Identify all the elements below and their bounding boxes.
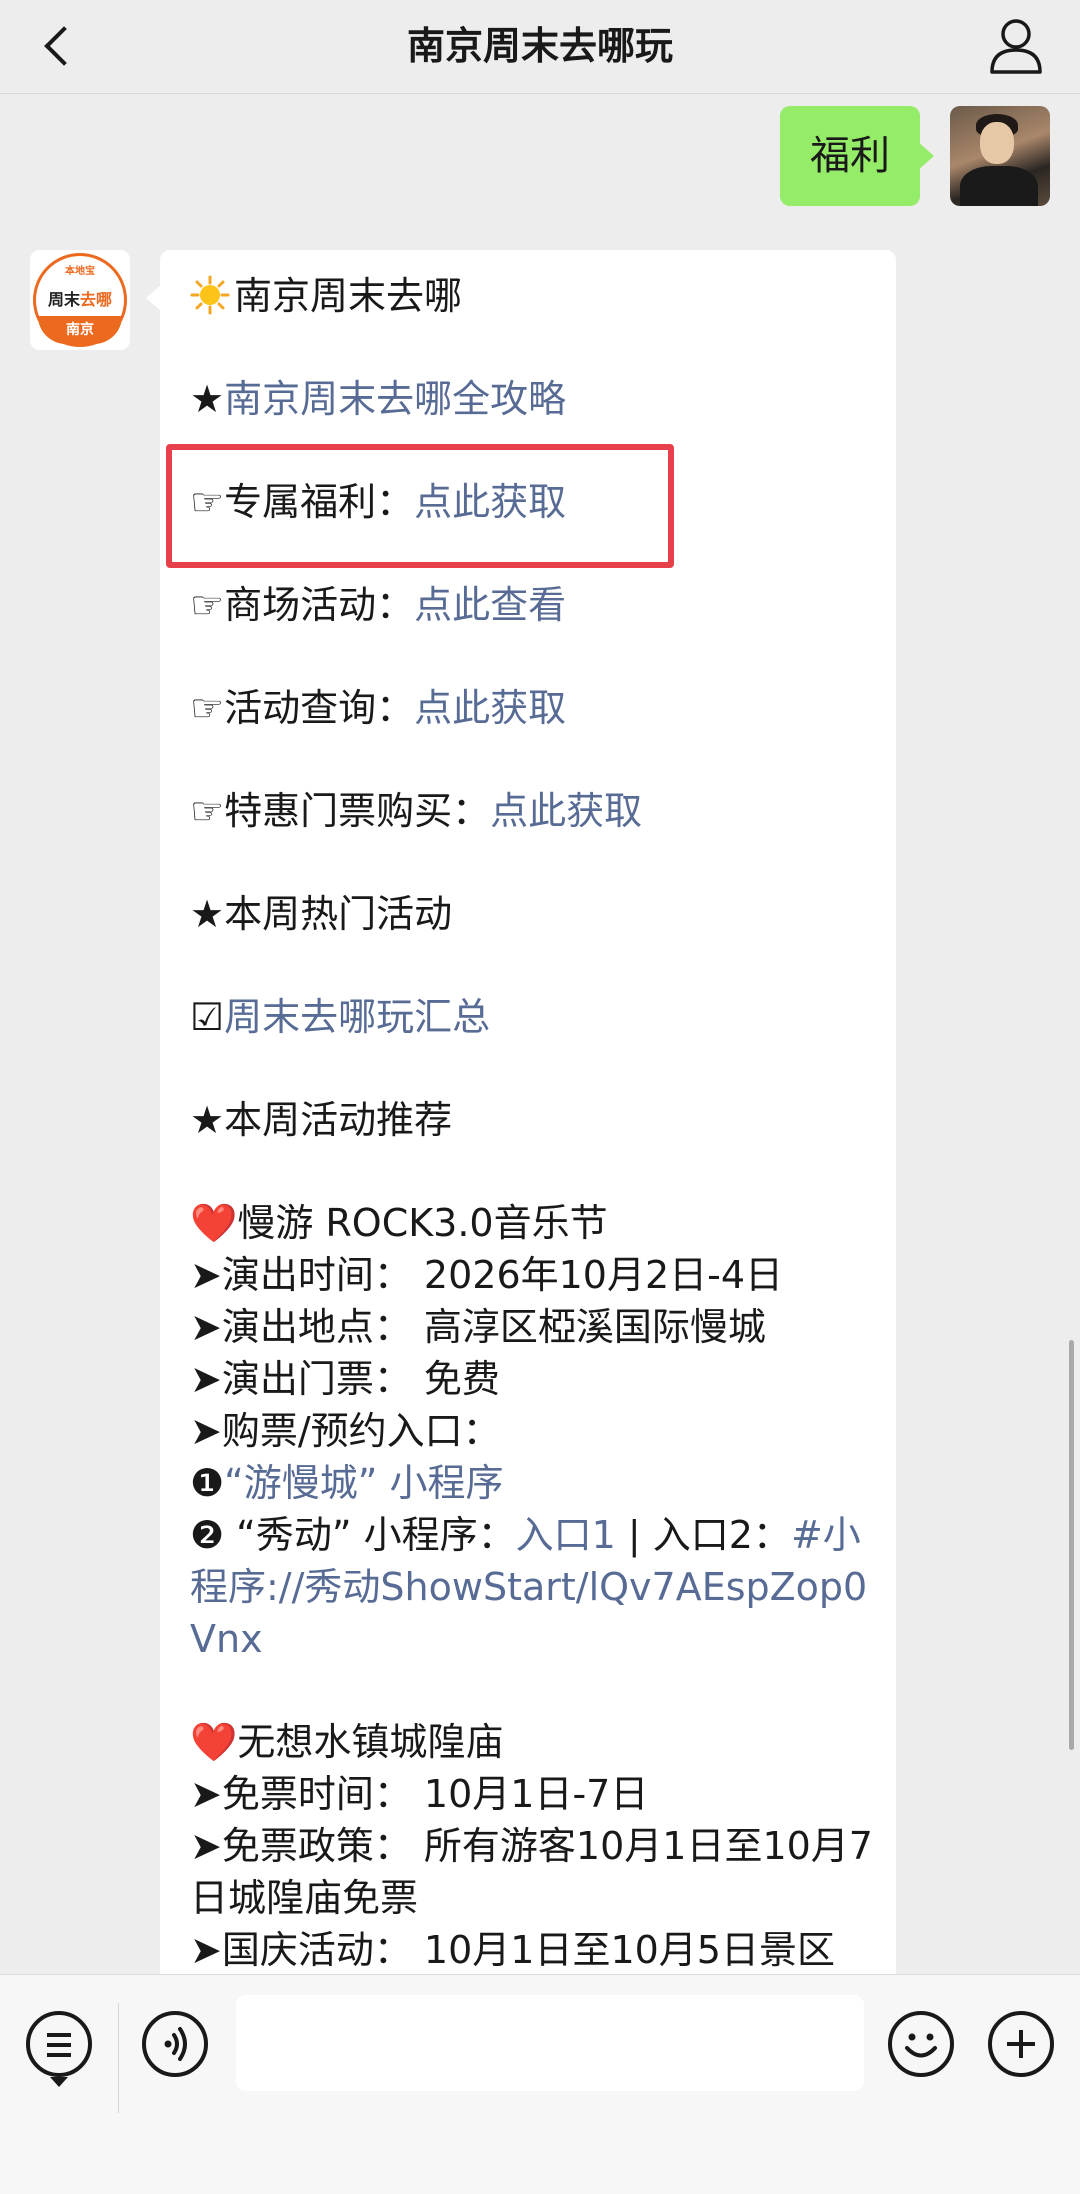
scrollbar[interactable] [1069,1340,1074,1750]
profile-icon [990,19,1042,74]
official-account-avatar[interactable]: 本地宝 周末去哪 南京 [30,250,130,350]
highlight-box [166,444,674,568]
menu-tickets: ☞特惠门票购买：点此获取 [190,789,643,833]
menu-query: ☞活动查询：点此获取 [190,686,567,730]
profile-button[interactable] [988,16,1044,76]
event2-time: ➤免票时间： 10月1日-7日 [190,1772,649,1816]
mini1-link[interactable]: “游慢城” 小程序 [224,1461,503,1505]
rec-title: ★本周活动推荐 [190,1098,453,1142]
menu-icon[interactable] [26,2011,92,2087]
event1-entry: ➤购票/预约入口： [190,1409,501,1453]
incoming-message-bubble: 南京周末去哪 ★南京周末去哪全攻略 ☞专属福利：点此获取 ☞商场活动：点此查看 … [146,250,896,2050]
guide-line: ★南京周末去哪全攻略 [190,377,567,421]
outgoing-bubble[interactable]: 福利 [780,106,934,206]
input-toolbar [0,1974,1080,2194]
mall-link[interactable]: 点此查看 [414,583,566,627]
sun-icon [190,275,230,315]
voice-icon[interactable] [142,2011,208,2077]
plus-icon[interactable] [988,2011,1054,2077]
message-input[interactable] [236,1995,864,2091]
chat-header: 南京周末去哪玩 [0,0,1080,94]
event2-title: ❤️无想水镇城隍庙 [190,1720,504,1764]
event1-mini1: ❶“游慢城” 小程序 [190,1461,504,1505]
user-avatar[interactable] [950,106,1050,206]
tickets-link[interactable]: 点此获取 [490,789,642,833]
summary-link[interactable]: 周末去哪玩汇总 [224,995,490,1039]
summary-line: ☑周末去哪玩汇总 [190,991,880,1043]
event1-ticket: ➤演出门票： 免费 [190,1357,500,1401]
guide-link[interactable]: 南京周末去哪全攻略 [224,377,566,421]
emoji-icon[interactable] [888,2011,954,2077]
chat-title: 南京周末去哪玩 [406,24,673,68]
brand-line: 南京周末去哪 [190,270,880,322]
checkbox-icon: ☑ [190,995,225,1039]
event2-policy: ➤免票政策： 所有游客10月1日至10月7日城隍庙免票 [190,1824,873,1920]
event1-mini2: ❷ “秀动” 小程序：入口1 | 入口2：#小程序://秀动ShowStart/… [190,1513,868,1661]
toolbar-divider [118,2003,119,2113]
hot-title: ★本周热门活动 [190,892,453,936]
event1-time: ➤演出时间： 2026年10月2日-4日 [190,1253,784,1297]
outgoing-message-row: 福利 [780,106,1050,206]
menu-mall: ☞商场活动：点此查看 [190,583,567,627]
query-link[interactable]: 点此获取 [414,686,566,730]
event2-activity: ➤国庆活动： 10月1日至10月5日景区 [190,1928,835,1972]
mini2-link1[interactable]: 入口1 [516,1513,616,1557]
event1-title: ❤️慢游 ROCK3.0音乐节 [190,1201,608,1245]
event1-place: ➤演出地点： 高淳区椏溪国际慢城 [190,1305,766,1349]
